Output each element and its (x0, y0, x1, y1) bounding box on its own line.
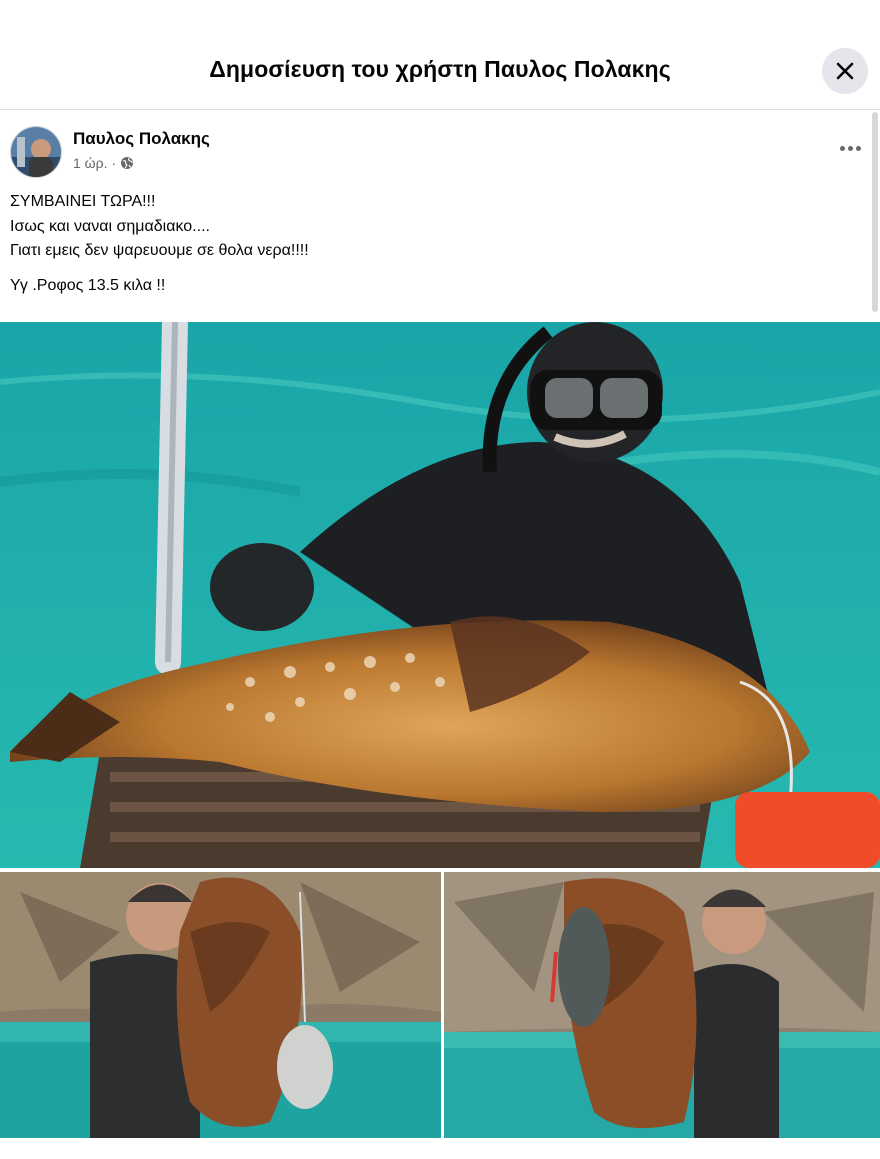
globe-icon[interactable] (120, 156, 134, 170)
post-text: ΣΥΜΒΑΙΝΕΙ ΤΩΡΑ!!! Ισως και ναναι σημαδια… (10, 190, 309, 298)
close-icon (836, 62, 854, 80)
meta-separator: · (111, 155, 117, 171)
post-meta: 1 ώρ. · (73, 155, 134, 171)
post-text-line: Γιατι εμεις δεν ψαρευουμε σε θολα νερα!!… (10, 242, 309, 259)
post-text-line: ΣΥΜΒΑΙΝΕΙ ΤΩΡΑ!!! (10, 193, 156, 210)
dialog-title: Δημοσίευση του χρήστη Παυλος Πολακης (209, 56, 671, 82)
post-text-ps: Υγ .Ροφος 13.5 κιλα !! (10, 276, 166, 294)
photo-diver-with-grouper-on-boat-ladder[interactable] (0, 322, 880, 868)
scrollbar[interactable] (872, 112, 878, 312)
close-button[interactable] (822, 48, 868, 94)
photo-man-holding-grouper-right[interactable] (444, 872, 880, 1138)
post-text-line: Ισως και ναναι σημαδιακο.... (10, 217, 210, 235)
more-horizontal-icon (839, 145, 845, 151)
post-time[interactable]: 1 ώρ. (73, 155, 107, 171)
avatar[interactable] (10, 126, 62, 178)
post-more-button[interactable] (834, 138, 866, 158)
post-author[interactable]: Παυλος Πολακης (73, 129, 210, 149)
photo-man-holding-grouper-left[interactable] (0, 872, 441, 1138)
dialog-header: Δημοσίευση του χρήστη Παυλος Πολακης (0, 0, 880, 110)
